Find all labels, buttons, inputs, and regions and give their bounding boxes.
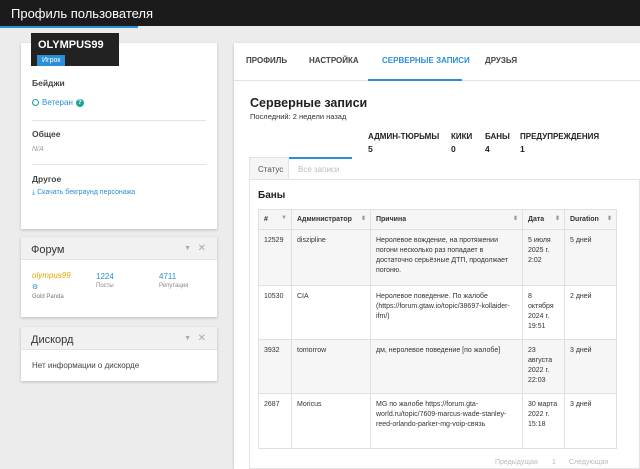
forum-rep-value: 4711	[159, 272, 177, 281]
close-icon[interactable]: ✕	[198, 243, 206, 254]
stat-warnings-value: 1	[520, 144, 525, 154]
column-header-admin[interactable]: Администратор ⬍	[291, 209, 371, 230]
badge-veteran[interactable]: Ветеран ?	[32, 98, 84, 107]
cell-date: 23 августа 2022 г. 22:03	[522, 339, 565, 394]
badge-icon	[32, 99, 39, 106]
badges-title: Бейджи	[32, 78, 65, 88]
pager-page[interactable]: 1	[552, 459, 556, 466]
cell-date: 30 марта 2022 г. 15:18	[522, 393, 565, 449]
column-header-reason[interactable]: Причина ⬍	[370, 209, 523, 230]
table-row: 2687 Moricus MG по жалобе https://forum.…	[258, 393, 617, 449]
cell-duration: 3 дней	[564, 339, 617, 394]
cell-duration: 3 дней	[564, 393, 617, 449]
gear-icon: ⚙	[32, 284, 39, 291]
badge-label: Ветеран	[42, 98, 73, 107]
stat-kicks-value: 0	[451, 144, 456, 154]
divider	[32, 164, 206, 165]
cell-id: 12529	[258, 229, 292, 286]
divider	[32, 120, 206, 121]
chevron-down-icon[interactable]: ▼	[184, 245, 191, 252]
general-value: N/A	[32, 146, 44, 153]
section-title: Серверные записи	[250, 96, 368, 110]
tab-profile[interactable]: ПРОФИЛЬ	[246, 56, 287, 65]
stat-admin-jails-value: 5	[368, 144, 373, 154]
chevron-down-icon[interactable]: ▼	[184, 335, 191, 342]
discord-card: Дискорд ▼ ✕ Нет информации о дискорде	[21, 327, 217, 381]
tab-friends[interactable]: ДРУЗЬЯ	[485, 56, 517, 65]
other-title: Другое	[32, 174, 62, 184]
column-header-id[interactable]: # ▼	[258, 209, 292, 230]
cell-admin: diszipline	[291, 229, 371, 286]
sort-icon: ⬍	[606, 216, 612, 222]
pager-prev[interactable]: Предыдущая	[495, 459, 538, 466]
discord-title: Дискорд	[31, 334, 74, 346]
stat-bans-label: БАНЫ	[485, 132, 510, 141]
cell-admin: tomorrow	[291, 339, 371, 394]
discord-info: Нет информации о дискорде	[32, 361, 140, 370]
cell-id: 2687	[258, 393, 292, 449]
forum-title: Форум	[31, 244, 65, 256]
tab-settings[interactable]: НАСТРОЙКА	[309, 56, 359, 65]
active-tab-indicator	[368, 79, 462, 81]
table-row: 10530 CIA Неролевое поведение. По жалобе…	[258, 285, 617, 340]
download-icon: ⤓	[32, 189, 36, 196]
main-panel: ПРОФИЛЬ НАСТРОЙКА СЕРВЕРНЫЕ ЗАПИСИ ДРУЗЬ…	[234, 43, 640, 469]
profile-card: OLYMPUS99 Игрок Бейджи Ветеран ? Общее N…	[21, 33, 217, 229]
cell-id: 10530	[258, 285, 292, 340]
forum-header: Форум ▼ ✕	[21, 237, 217, 260]
column-header-duration[interactable]: Duration ⬍	[564, 209, 617, 230]
cell-date: 8 октября 2024 г. 19:51	[522, 285, 565, 340]
forum-posts-value: 1224	[96, 272, 114, 281]
subtab-status[interactable]: Статус	[249, 157, 289, 179]
bans-table: # ▼ Администратор ⬍ Причина ⬍ Дата ⬍ Duratio…	[258, 209, 617, 449]
download-background-link[interactable]: ⤓ Скачать бекграунд персонажа	[32, 189, 135, 197]
cell-duration: 5 дней	[564, 229, 617, 286]
forum-username[interactable]: olympus99	[32, 271, 71, 280]
stat-bans-value: 4	[485, 144, 490, 154]
sort-desc-icon: ▼	[281, 215, 287, 221]
cell-id: 3932	[258, 339, 292, 394]
cell-admin: CIA	[291, 285, 371, 340]
download-link-label: Скачать бекграунд персонажа	[37, 189, 136, 196]
top-bar: Профиль пользователя	[0, 0, 640, 26]
forum-group: Gold Panda	[32, 294, 64, 300]
forum-card: Форум ▼ ✕ olympus99 ⚙ Gold Panda 1224 По…	[21, 237, 217, 317]
cell-reason: дм, неролевое поведение [по жалобе]	[370, 339, 523, 394]
role-badge: Игрок	[37, 55, 66, 66]
top-bar-accent	[0, 26, 138, 28]
forum-rep-label: Репутация	[159, 283, 189, 289]
bans-title: Баны	[258, 190, 286, 201]
tab-bar: ПРОФИЛЬ НАСТРОЙКА СЕРВЕРНЫЕ ЗАПИСИ ДРУЗЬ…	[234, 43, 640, 81]
pager-next[interactable]: Следующая	[569, 459, 608, 466]
close-icon[interactable]: ✕	[198, 333, 206, 344]
table-row: 3932 tomorrow дм, неролевое поведение [п…	[258, 339, 617, 394]
tab-server-records[interactable]: СЕРВЕРНЫЕ ЗАПИСИ	[382, 56, 470, 65]
help-icon[interactable]: ?	[75, 98, 84, 107]
sort-icon: ⬍	[360, 216, 366, 222]
cell-admin: Moricus	[291, 393, 371, 449]
stat-kicks-label: КИКИ	[451, 132, 473, 141]
sort-icon: ⬍	[512, 216, 518, 222]
column-header-date[interactable]: Дата ⬍	[522, 209, 565, 230]
cell-date: 5 июля 2025 г. 2:02	[522, 229, 565, 286]
page-title: Профиль пользователя	[11, 6, 154, 21]
profile-username: OLYMPUS99	[38, 39, 104, 51]
stat-admin-jails-label: АДМИН-ТЮРЬМЫ	[368, 132, 440, 141]
sort-icon: ⬍	[554, 216, 560, 222]
bans-panel: Баны # ▼ Администратор ⬍ Причина ⬍ Дата ⬍ Du…	[249, 179, 640, 469]
forum-posts-label: Посты	[96, 283, 114, 289]
last-seen: Последний: 2 недели назад	[250, 112, 347, 121]
cell-reason: Неролевое поведение. По жалобе (https://…	[370, 285, 523, 340]
cell-reason: Неролевое вождение, на протяжении погони…	[370, 229, 523, 286]
table-row: 12529 diszipline Неролевое вождение, на …	[258, 229, 617, 286]
cell-reason: MG по жалобе https://forum.gta-world.ru/…	[370, 393, 523, 449]
cell-duration: 2 дней	[564, 285, 617, 340]
subtab-all-records[interactable]: Все записи	[289, 157, 352, 179]
general-title: Общее	[32, 129, 61, 139]
discord-header: Дискорд ▼ ✕	[21, 327, 217, 350]
stat-warnings-label: ПРЕДУПРЕЖДЕНИЯ	[520, 132, 600, 141]
